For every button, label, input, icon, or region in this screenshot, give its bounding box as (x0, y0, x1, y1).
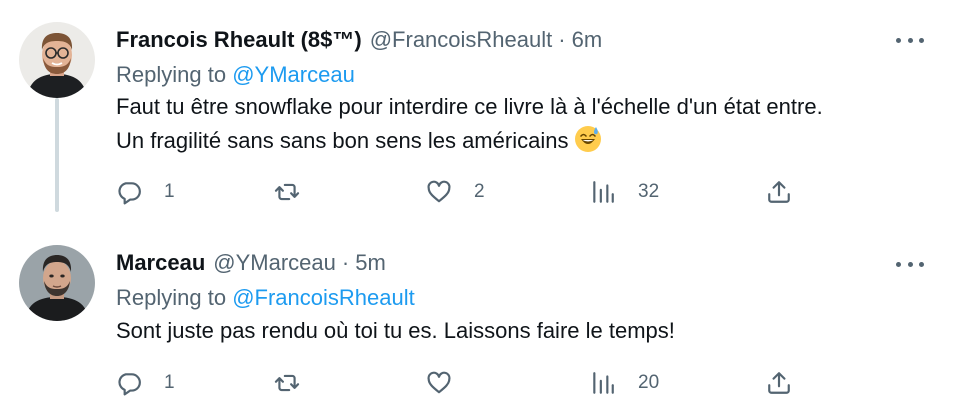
views-count: 20 (638, 372, 660, 393)
separator-dot: · (558, 27, 566, 52)
tweet-francois[interactable]: Francois Rheault (8$™) @FrancoisRheault … (0, 0, 966, 230)
retweet-button[interactable] (274, 367, 322, 399)
tweet-actions: 1 20 (116, 367, 816, 399)
replying-to-mention[interactable]: @YMarceau (232, 62, 355, 87)
display-name[interactable]: Francois Rheault (8$™) (116, 26, 362, 54)
user-handle[interactable]: @FrancoisRheault (370, 26, 553, 54)
tweet-text-line-2: Un fragilité sans sans bon sens les amér… (116, 124, 936, 163)
views-count: 32 (638, 181, 660, 202)
replying-to: Replying to @FrancoisRheault (116, 284, 415, 312)
reply-count: 1 (164, 372, 175, 393)
avatar[interactable] (19, 22, 95, 98)
tweet-text: Faut tu être snowflake pour interdire ce… (116, 90, 936, 163)
replying-to-label: Replying to (116, 285, 227, 310)
timestamp[interactable]: 5m (355, 249, 386, 277)
tweet-text-line: Faut tu être snowflake pour interdire ce… (116, 94, 823, 119)
avatar[interactable] (19, 245, 95, 321)
heart-icon (427, 180, 451, 203)
tweet-marceau[interactable]: Marceau @YMarceau · 5m Replying to @Fran… (0, 230, 966, 414)
retweet-icon (274, 374, 300, 392)
views-chart-icon (593, 372, 614, 394)
reply-icon (118, 373, 141, 396)
tweet-header: Marceau @YMarceau · 5m (116, 249, 386, 277)
heart-icon (427, 371, 451, 394)
user-handle[interactable]: @YMarceau (213, 249, 336, 277)
tweet-actions: 1 2 32 (116, 176, 816, 208)
replying-to: Replying to @YMarceau (116, 61, 355, 89)
share-button[interactable] (766, 176, 792, 208)
avatar-image (19, 22, 95, 98)
share-button[interactable] (766, 367, 792, 399)
views-chart-icon (593, 181, 614, 203)
tweet-header: Francois Rheault (8$™) @FrancoisRheault … (116, 26, 602, 54)
like-button[interactable] (426, 367, 474, 399)
avatar-image (19, 245, 95, 321)
separator-dot: · (341, 250, 350, 275)
share-icon (768, 372, 790, 394)
tweet-text-line: Un fragilité sans sans bon sens les amér… (116, 128, 569, 153)
display-name[interactable]: Marceau (116, 249, 205, 277)
reply-count: 1 (164, 181, 175, 202)
replying-to-mention[interactable]: @FrancoisRheault (232, 285, 415, 310)
tweet-text-line: Sont juste pas rendu où toi tu es. Laiss… (116, 318, 675, 343)
replying-to-label: Replying to (116, 62, 227, 87)
reply-button[interactable]: 1 (116, 176, 175, 208)
timestamp[interactable]: 6m (572, 26, 603, 54)
retweet-button[interactable] (274, 176, 322, 208)
reply-icon (118, 182, 141, 205)
more-options-icon[interactable] (896, 30, 924, 50)
more-options-icon[interactable] (896, 254, 924, 274)
like-count: 2 (474, 181, 485, 202)
views-button[interactable]: 20 (590, 367, 659, 399)
views-button[interactable]: 32 (590, 176, 659, 208)
share-icon (768, 181, 790, 203)
grinning-face-with-sweat-icon (574, 125, 602, 163)
reply-button[interactable]: 1 (116, 367, 175, 399)
like-button[interactable]: 2 (426, 176, 485, 208)
retweet-icon (274, 183, 300, 201)
tweet-text: Sont juste pas rendu où toi tu es. Laiss… (116, 314, 936, 348)
